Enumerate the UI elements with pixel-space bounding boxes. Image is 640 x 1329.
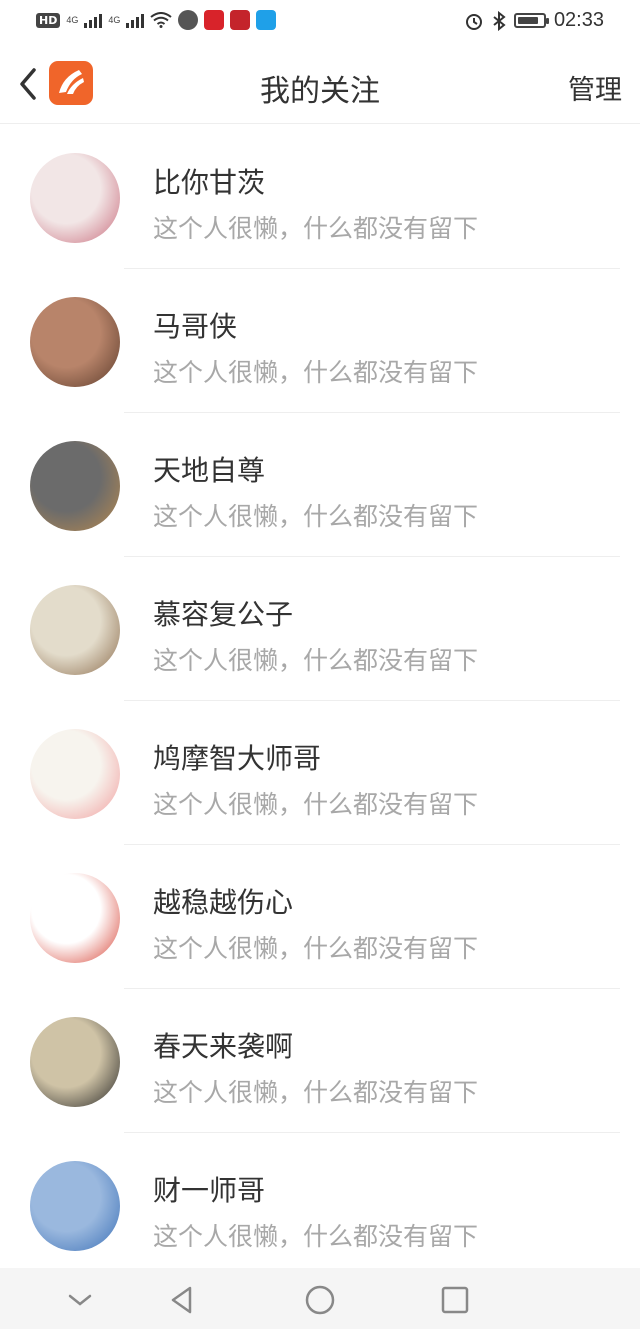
follow-item[interactable]: 鸠摩智大师哥这个人很懒，什么都没有留下: [0, 701, 640, 845]
follow-signature: 这个人很懒，什么都没有留下: [153, 934, 479, 963]
follow-item[interactable]: 财一师哥这个人很懒，什么都没有留下: [0, 1133, 640, 1277]
follow-name: 比你甘茨: [153, 166, 266, 199]
follow-name: 马哥侠: [153, 310, 238, 343]
network-label-2: 4G: [108, 15, 121, 25]
avatar[interactable]: [30, 441, 120, 531]
avatar[interactable]: [30, 1017, 120, 1107]
battery-icon: [513, 13, 549, 28]
status-time: 02:33: [553, 9, 604, 31]
status-left: HD 4G 4G: [36, 10, 277, 30]
page-title: 我的关注: [260, 74, 380, 109]
follow-signature: 这个人很懒，什么都没有留下: [153, 790, 479, 819]
follow-name: 越稳越伤心: [153, 886, 294, 919]
header: 我的关注 管理: [0, 44, 640, 124]
bluetooth-icon: [493, 10, 506, 31]
hand-app-icon: [178, 10, 199, 30]
follow-name: 慕容复公子: [153, 598, 294, 631]
follow-signature: 这个人很懒，什么都没有留下: [153, 214, 479, 243]
follow-signature: 这个人很懒，什么都没有留下: [153, 1078, 479, 1107]
follow-name: 财一师哥: [153, 1174, 266, 1207]
follow-name: 春天来袭啊: [153, 1030, 294, 1063]
alarm-icon: [465, 13, 482, 30]
game-app-icon: [230, 10, 251, 30]
home-circle-icon[interactable]: [302, 1282, 338, 1318]
battery-fill: [517, 17, 539, 24]
follow-item[interactable]: 慕容复公子这个人很懒，什么都没有留下: [0, 557, 640, 701]
follow-signature: 这个人很懒，什么都没有留下: [153, 646, 479, 675]
wifi-icon: [150, 12, 172, 28]
follow-name: 鸠摩智大师哥: [153, 742, 322, 775]
news-app-icon: [204, 10, 225, 30]
follow-item[interactable]: 春天来袭啊这个人很懒，什么都没有留下: [0, 989, 640, 1133]
chevron-down-icon[interactable]: [62, 1282, 98, 1318]
follow-item[interactable]: 比你甘茨这个人很懒，什么都没有留下: [0, 125, 640, 269]
follow-signature: 这个人很懒，什么都没有留下: [153, 358, 479, 387]
signal-icon-2: [126, 12, 145, 28]
back-triangle-icon[interactable]: [164, 1282, 200, 1318]
follow-item[interactable]: 马哥侠这个人很懒，什么都没有留下: [0, 269, 640, 413]
system-nav-bar: [0, 1268, 640, 1329]
recents-square-icon[interactable]: [437, 1282, 473, 1318]
follow-item[interactable]: 天地自尊这个人很懒，什么都没有留下: [0, 413, 640, 557]
hd-badge: HD: [36, 12, 61, 28]
avatar[interactable]: [30, 585, 120, 675]
avatar[interactable]: [30, 729, 120, 819]
manage-button[interactable]: 管理: [568, 68, 622, 107]
follow-name: 天地自尊: [153, 454, 266, 487]
follow-item[interactable]: 越稳越伤心这个人很懒，什么都没有留下: [0, 845, 640, 989]
signal-icon: [84, 12, 103, 28]
avatar[interactable]: [30, 297, 120, 387]
status-right: 02:33: [464, 9, 604, 32]
follow-signature: 这个人很懒，什么都没有留下: [153, 502, 479, 531]
status-bar: HD 4G 4G 02:33: [0, 0, 640, 44]
avatar[interactable]: [30, 153, 120, 243]
avatar[interactable]: [30, 873, 120, 963]
browser-app-icon: [256, 10, 277, 30]
network-label-1: 4G: [66, 15, 79, 25]
follow-list: 比你甘茨 这个人很懒，什么都没有留下 马哥侠 这个人很懒，什么都没有留下 天地自尊 这个人…: [0, 125, 640, 1277]
avatar[interactable]: [30, 1161, 120, 1251]
follow-signature: 这个人很懒，什么都没有留下: [153, 1222, 479, 1251]
